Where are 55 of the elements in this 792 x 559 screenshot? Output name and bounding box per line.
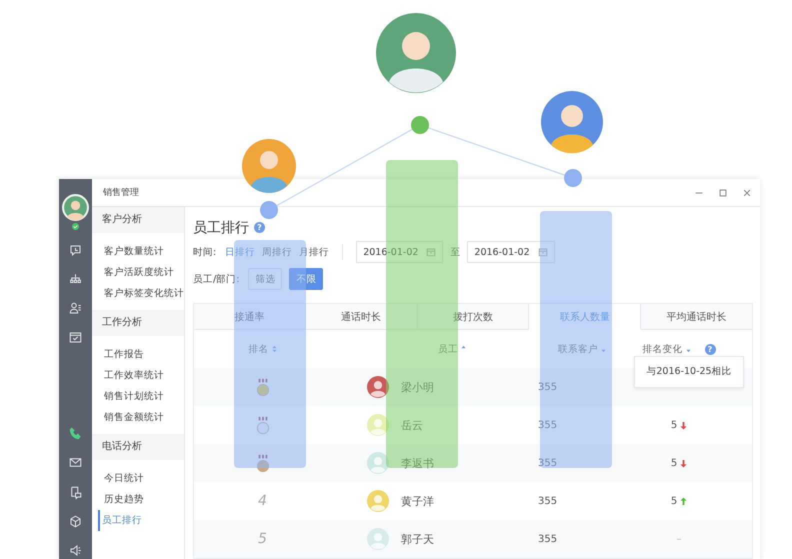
- rank-change: 5: [670, 458, 678, 468]
- time-option[interactable]: 月排行: [299, 246, 330, 259]
- user-avatar-icon[interactable]: [62, 194, 89, 221]
- rank-number: 5: [258, 531, 267, 547]
- chat-clock-icon: [68, 243, 83, 258]
- date-field[interactable]: 2016-01-02: [467, 241, 555, 264]
- checkbox-icon: [68, 330, 83, 346]
- employee-name: 李返书: [401, 456, 434, 470]
- calendar-icon: [426, 247, 436, 258]
- menu-item[interactable]: 客户活跃度统计: [92, 262, 184, 283]
- tab[interactable]: 通话时长: [306, 304, 418, 330]
- menu-item[interactable]: 员工排行: [98, 510, 184, 531]
- column-header[interactable]: 排名变化: [642, 342, 690, 356]
- person-avatar: [242, 139, 296, 193]
- tab[interactable]: 平均通话时长: [641, 304, 752, 330]
- page-heading: 员工排行: [193, 218, 249, 237]
- contacts-icon: [68, 301, 83, 316]
- tooltip: 与2016-10-25相比: [634, 356, 744, 388]
- filter-label: 员工/部门:: [193, 272, 240, 286]
- menu-group-header: 客户分析: [92, 207, 184, 233]
- node-dot: [260, 201, 278, 219]
- phone-icon: [68, 426, 83, 442]
- employee-name: 郭子天: [401, 532, 434, 546]
- employee-name: 梁小明: [401, 380, 434, 394]
- contact-count: 355: [538, 382, 558, 392]
- person-avatar: [541, 91, 603, 154]
- speaker-icon: [68, 542, 83, 558]
- menu-item[interactable]: 客户标签变化统计: [92, 283, 184, 304]
- menu-item[interactable]: 客户数量统计: [92, 241, 184, 262]
- contact-count: 355: [538, 458, 558, 468]
- rank-number: 4: [258, 493, 267, 509]
- maximize-icon[interactable]: [718, 188, 728, 198]
- menu-item[interactable]: 销售计划统计: [92, 386, 184, 407]
- window-title: 销售管理: [103, 186, 139, 199]
- menu-item[interactable]: 销售金额统计: [92, 407, 184, 428]
- rank-change: –: [676, 534, 682, 544]
- node-dot: [411, 116, 429, 134]
- rank-change: 5: [670, 496, 678, 506]
- menu-item[interactable]: 工作报告: [92, 344, 184, 365]
- tab[interactable]: 拨打次数: [418, 304, 530, 330]
- close-icon[interactable]: [742, 188, 752, 198]
- menu-item[interactable]: 今日统计: [92, 468, 184, 489]
- employee-name: 黄子洋: [401, 494, 434, 508]
- rank-change: 5: [670, 420, 678, 430]
- employee-name: 岳云: [401, 418, 423, 432]
- menu-group-header: 电话分析: [92, 434, 184, 460]
- node-dot: [564, 169, 582, 187]
- cube-icon: [68, 514, 83, 529]
- contact-count: 355: [538, 496, 558, 506]
- menu-item[interactable]: 工作效率统计: [92, 365, 184, 386]
- calendar-icon: [538, 247, 548, 258]
- menu-group-header: 工作分析: [92, 310, 184, 336]
- menu-item[interactable]: 历史趋势: [92, 489, 184, 510]
- contact-count: 355: [538, 534, 558, 544]
- filter-label: 时间:: [193, 246, 216, 259]
